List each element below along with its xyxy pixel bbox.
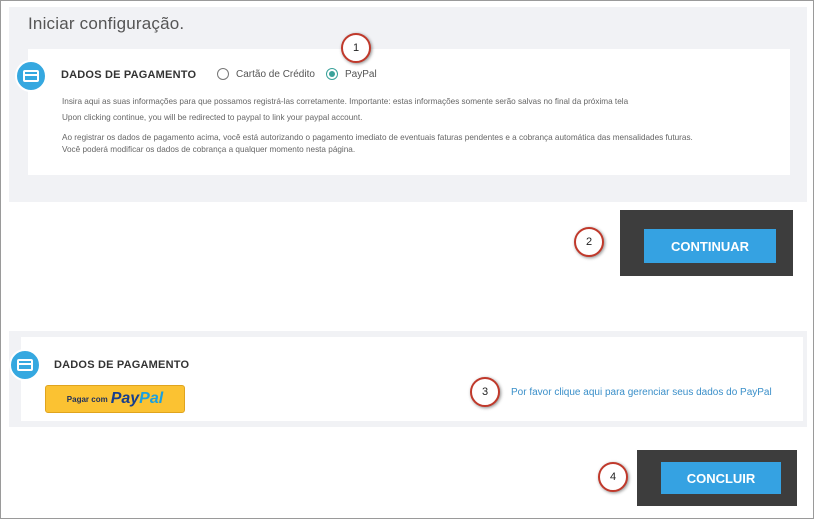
credit-card-icon bbox=[15, 60, 47, 92]
step-badge-2: 2 bbox=[574, 227, 604, 257]
payment-card: DADOS DE PAGAMENTO Cartão de Crédito Pay… bbox=[28, 49, 790, 175]
paypal-button-prefix: Pagar com bbox=[66, 394, 108, 404]
credit-card-icon bbox=[9, 349, 41, 381]
step-badge-3: 3 bbox=[470, 377, 500, 407]
paypal-logo-pal: Pal bbox=[139, 390, 164, 407]
payment-section2-heading: DADOS DE PAGAMENTO bbox=[54, 359, 190, 371]
radio-paypal-label: PayPal bbox=[345, 68, 377, 80]
step-badge-4: 4 bbox=[598, 462, 628, 492]
info-text-line: Insira aqui as suas informações para que… bbox=[62, 97, 629, 106]
page-title: Iniciar configuração. bbox=[28, 14, 185, 33]
manage-paypal-link[interactable]: Por favor clique aqui para gerenciar seu… bbox=[511, 387, 772, 398]
payment-section-heading: DADOS DE PAGAMENTO bbox=[61, 69, 197, 81]
finish-button[interactable]: CONCLUIR bbox=[661, 462, 781, 494]
continue-button[interactable]: CONTINUAR bbox=[644, 229, 776, 263]
payment-setup-panel: Iniciar configuração. DADOS DE PAGAMENTO… bbox=[9, 7, 807, 202]
paypal-pay-button[interactable]: Pagar com Pay Pal bbox=[45, 385, 185, 413]
radio-selected-icon[interactable] bbox=[326, 68, 338, 80]
screenshot-frame: Iniciar configuração. DADOS DE PAGAMENTO… bbox=[0, 0, 814, 519]
radio-paypal[interactable]: PayPal bbox=[326, 68, 377, 80]
radio-credit-card-label: Cartão de Crédito bbox=[236, 68, 315, 80]
radio-button-icon[interactable] bbox=[217, 68, 229, 80]
paypal-logo-pay: Pay bbox=[110, 390, 140, 407]
radio-credit-card[interactable]: Cartão de Crédito bbox=[217, 68, 315, 80]
info-text-line: Ao registrar os dados de pagamento acima… bbox=[62, 133, 693, 142]
step-badge-1: 1 bbox=[341, 33, 371, 63]
info-text-line: Upon clicking continue, you will be redi… bbox=[62, 113, 363, 122]
info-text-line: Você poderá modificar os dados de cobran… bbox=[62, 145, 356, 154]
